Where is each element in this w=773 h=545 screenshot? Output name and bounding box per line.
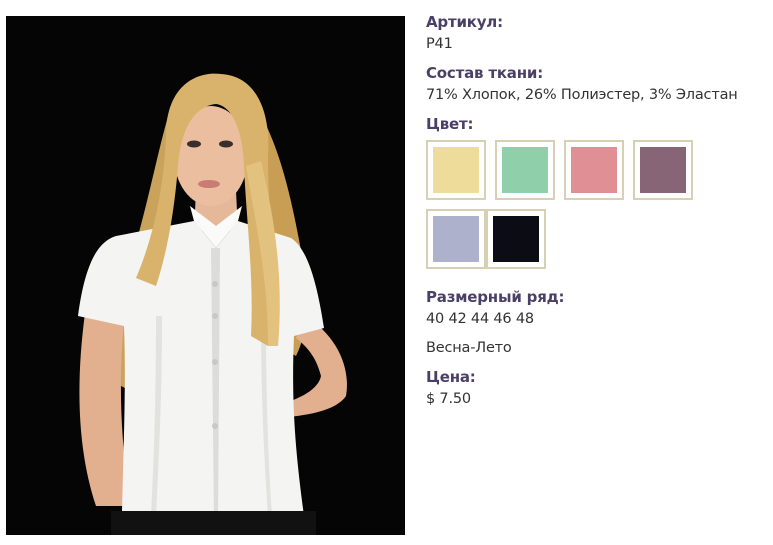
- article-value: P41: [426, 36, 453, 52]
- color-swatch-mint[interactable]: [495, 140, 555, 200]
- color-swatch-fill: [433, 147, 479, 193]
- color-swatch-fill: [493, 216, 539, 262]
- size-value: 40 42 44 46 48: [426, 311, 534, 327]
- price-label: Цена:: [426, 368, 476, 386]
- color-swatch-fill: [433, 216, 479, 262]
- article-label: Артикул:: [426, 13, 503, 31]
- season-value: Весна-Лето: [426, 340, 512, 356]
- product-photo[interactable]: [6, 16, 405, 535]
- color-swatches: [426, 140, 746, 278]
- color-label: Цвет:: [426, 115, 474, 133]
- product-page: Артикул: P41 Состав ткани: 71% Хлопок, 2…: [0, 0, 773, 545]
- color-swatch-plum[interactable]: [633, 140, 693, 200]
- fabric-label: Состав ткани:: [426, 64, 544, 82]
- product-photo-image: [6, 16, 405, 535]
- color-swatch-fill: [502, 147, 548, 193]
- product-details: Артикул: P41 Состав ткани: 71% Хлопок, 2…: [426, 11, 766, 410]
- color-swatch-lavender-grey[interactable]: [426, 209, 486, 269]
- color-swatch-fill: [571, 147, 617, 193]
- color-swatch-fill: [640, 147, 686, 193]
- color-swatch-black[interactable]: [486, 209, 546, 269]
- color-swatch-yellow[interactable]: [426, 140, 486, 200]
- color-swatch-pink[interactable]: [564, 140, 624, 200]
- size-label: Размерный ряд:: [426, 288, 565, 306]
- fabric-value: 71% Хлопок, 26% Полиэстер, 3% Эластан: [426, 87, 738, 103]
- price-value: $ 7.50: [426, 391, 471, 407]
